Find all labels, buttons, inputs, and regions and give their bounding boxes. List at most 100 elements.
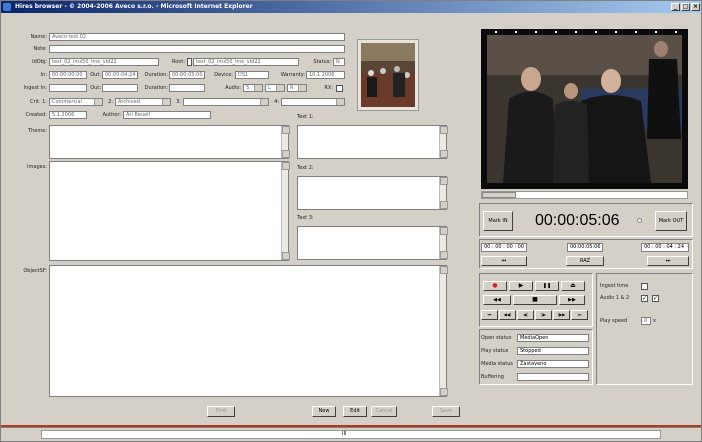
- timecode-display: 00:00:05:06: [535, 212, 620, 229]
- text3-textarea[interactable]: [297, 226, 448, 260]
- in-field[interactable]: 00:00:00:00: [49, 71, 87, 79]
- crit1-label: Crit. 1:: [30, 99, 47, 105]
- audio12-label: Audio 1 & 2: [600, 295, 630, 301]
- thumbnail-image: [357, 39, 419, 111]
- scroll-grip[interactable]: III: [342, 431, 346, 438]
- theme-scrollbar[interactable]: [281, 126, 290, 158]
- images-textarea[interactable]: [49, 161, 290, 261]
- note-field[interactable]: [49, 45, 345, 53]
- audio2-checkbox[interactable]: ✓: [652, 295, 659, 302]
- text3-scrollbar[interactable]: [439, 227, 448, 259]
- text1-textarea[interactable]: [297, 125, 448, 159]
- duration-label: Duration:: [144, 72, 168, 78]
- go-in-button[interactable]: ⏮: [481, 256, 527, 266]
- go-out-button[interactable]: ⏭: [647, 256, 689, 266]
- rewind-button[interactable]: ◀◀: [483, 295, 511, 305]
- close-button[interactable]: ×: [691, 3, 700, 11]
- tc-in-field[interactable]: 00 : 00 : 00 : 00: [481, 243, 527, 252]
- play-status-label: Play status: [481, 348, 509, 354]
- play-status-field: Stopped: [517, 347, 589, 355]
- ingest-time-checkbox[interactable]: [641, 283, 648, 290]
- ingest-duration-field[interactable]: [169, 84, 205, 92]
- cancel-button[interactable]: Cancel: [371, 406, 397, 417]
- ingest-time-label: Ingest time: [600, 283, 629, 289]
- open-status-label: Open status: [481, 335, 512, 341]
- root-field[interactable]: test_02_imx50_imx_vid22: [193, 58, 299, 66]
- status-bar: III: [1, 427, 701, 441]
- name-field[interactable]: Aveco test 02: [49, 33, 345, 41]
- warranty-field[interactable]: 10.1.2006: [306, 71, 345, 79]
- text2-textarea[interactable]: [297, 176, 448, 210]
- mark-in-button[interactable]: Mark IN: [483, 211, 513, 231]
- video-frame-icon: [481, 29, 688, 189]
- edit-button[interactable]: Edit: [343, 406, 367, 417]
- objectsf-scrollbar[interactable]: [439, 266, 448, 396]
- crit1-select[interactable]: Commercial: [49, 98, 103, 106]
- crit3-select[interactable]: [183, 98, 269, 106]
- eject-button[interactable]: ⏏: [561, 281, 585, 291]
- seek-thumb[interactable]: [482, 192, 516, 198]
- maximize-button[interactable]: □: [681, 3, 690, 11]
- rx-label: RX:: [324, 85, 333, 91]
- objectsf-label: ObjectSF:: [23, 268, 47, 274]
- tc-out-field[interactable]: 00 : 00 : 04 : 24: [641, 243, 689, 252]
- images-label: Images:: [27, 164, 47, 170]
- idobj-field[interactable]: test_02_imx50_imx_vid22: [49, 58, 159, 66]
- fast-forward-button[interactable]: ▶▶: [559, 295, 585, 305]
- rx-checkbox[interactable]: [336, 85, 343, 92]
- step-forward-button[interactable]: |▶: [535, 310, 552, 320]
- window-title: Hires browser - © 2004-2006 Aveco s.r.o.…: [15, 3, 253, 10]
- ingest-out-field[interactable]: [102, 84, 138, 92]
- crit4-select[interactable]: [281, 98, 345, 106]
- record-button[interactable]: ●: [483, 281, 507, 291]
- raz-button[interactable]: RAZ: [566, 256, 604, 266]
- browser-window: Hires browser - © 2004-2006 Aveco s.r.o.…: [0, 0, 702, 442]
- new-button[interactable]: New: [312, 406, 336, 417]
- theme-textarea[interactable]: [49, 125, 290, 159]
- play-speed-field[interactable]: 0: [641, 317, 651, 325]
- seek-bar[interactable]: [481, 191, 688, 199]
- device-field[interactable]: DS1: [235, 71, 269, 79]
- objectsf-textarea[interactable]: [49, 265, 448, 397]
- ingest-out-label: Out:: [90, 85, 101, 91]
- root-label: Root:: [171, 59, 185, 65]
- images-scrollbar[interactable]: [281, 162, 290, 260]
- text1-scrollbar[interactable]: [439, 126, 448, 158]
- play-button[interactable]: ▶: [509, 281, 533, 291]
- audio-select-2[interactable]: L: [265, 84, 285, 92]
- tc-current-field[interactable]: 00:00:05:06: [567, 243, 603, 252]
- created-label: Created:: [25, 112, 47, 118]
- crit4-label: 4:: [274, 99, 279, 105]
- play-speed-unit: x: [653, 318, 656, 324]
- text2-scrollbar[interactable]: [439, 177, 448, 209]
- author-field[interactable]: Ari Beuell: [123, 111, 211, 119]
- audio1-checkbox[interactable]: ✓: [641, 295, 648, 302]
- horizontal-scrollbar[interactable]: III: [41, 430, 661, 439]
- text2-label: Text 2:: [297, 165, 314, 171]
- theme-label: Theme:: [28, 128, 47, 134]
- minimize-button[interactable]: _: [671, 3, 680, 11]
- step-forward-fast-button[interactable]: |▶▶: [553, 310, 570, 320]
- first-frame-button[interactable]: ⏮: [481, 310, 498, 320]
- text1-label: Text 1:: [297, 114, 314, 120]
- in-label: In:: [40, 72, 47, 78]
- parliament-thumbnail-icon: [361, 43, 415, 107]
- audio-select-3[interactable]: R: [287, 84, 307, 92]
- created-field[interactable]: 5.1.2006: [49, 111, 87, 119]
- find-button[interactable]: Find: [207, 406, 235, 417]
- last-frame-button[interactable]: ⏭: [571, 310, 588, 320]
- status-field[interactable]: N: [333, 58, 345, 66]
- pause-button[interactable]: ❚❚: [535, 281, 559, 291]
- ingest-in-field[interactable]: [49, 84, 87, 92]
- crit2-select[interactable]: Archived: [115, 98, 171, 106]
- save-button[interactable]: Save: [432, 406, 460, 417]
- step-back-button[interactable]: ◀|: [517, 310, 534, 320]
- mark-out-button[interactable]: Mark OUT: [655, 211, 687, 231]
- audio-select-1[interactable]: S: [243, 84, 263, 92]
- step-back-fast-button[interactable]: ◀◀|: [499, 310, 516, 320]
- out-label: Out:: [90, 72, 101, 78]
- duration-field[interactable]: 00:00:05:00: [169, 71, 205, 79]
- stop-button[interactable]: ■: [513, 295, 557, 305]
- open-status-field: MediaOpen: [517, 334, 589, 342]
- out-field[interactable]: 00:00:04:24: [102, 71, 138, 79]
